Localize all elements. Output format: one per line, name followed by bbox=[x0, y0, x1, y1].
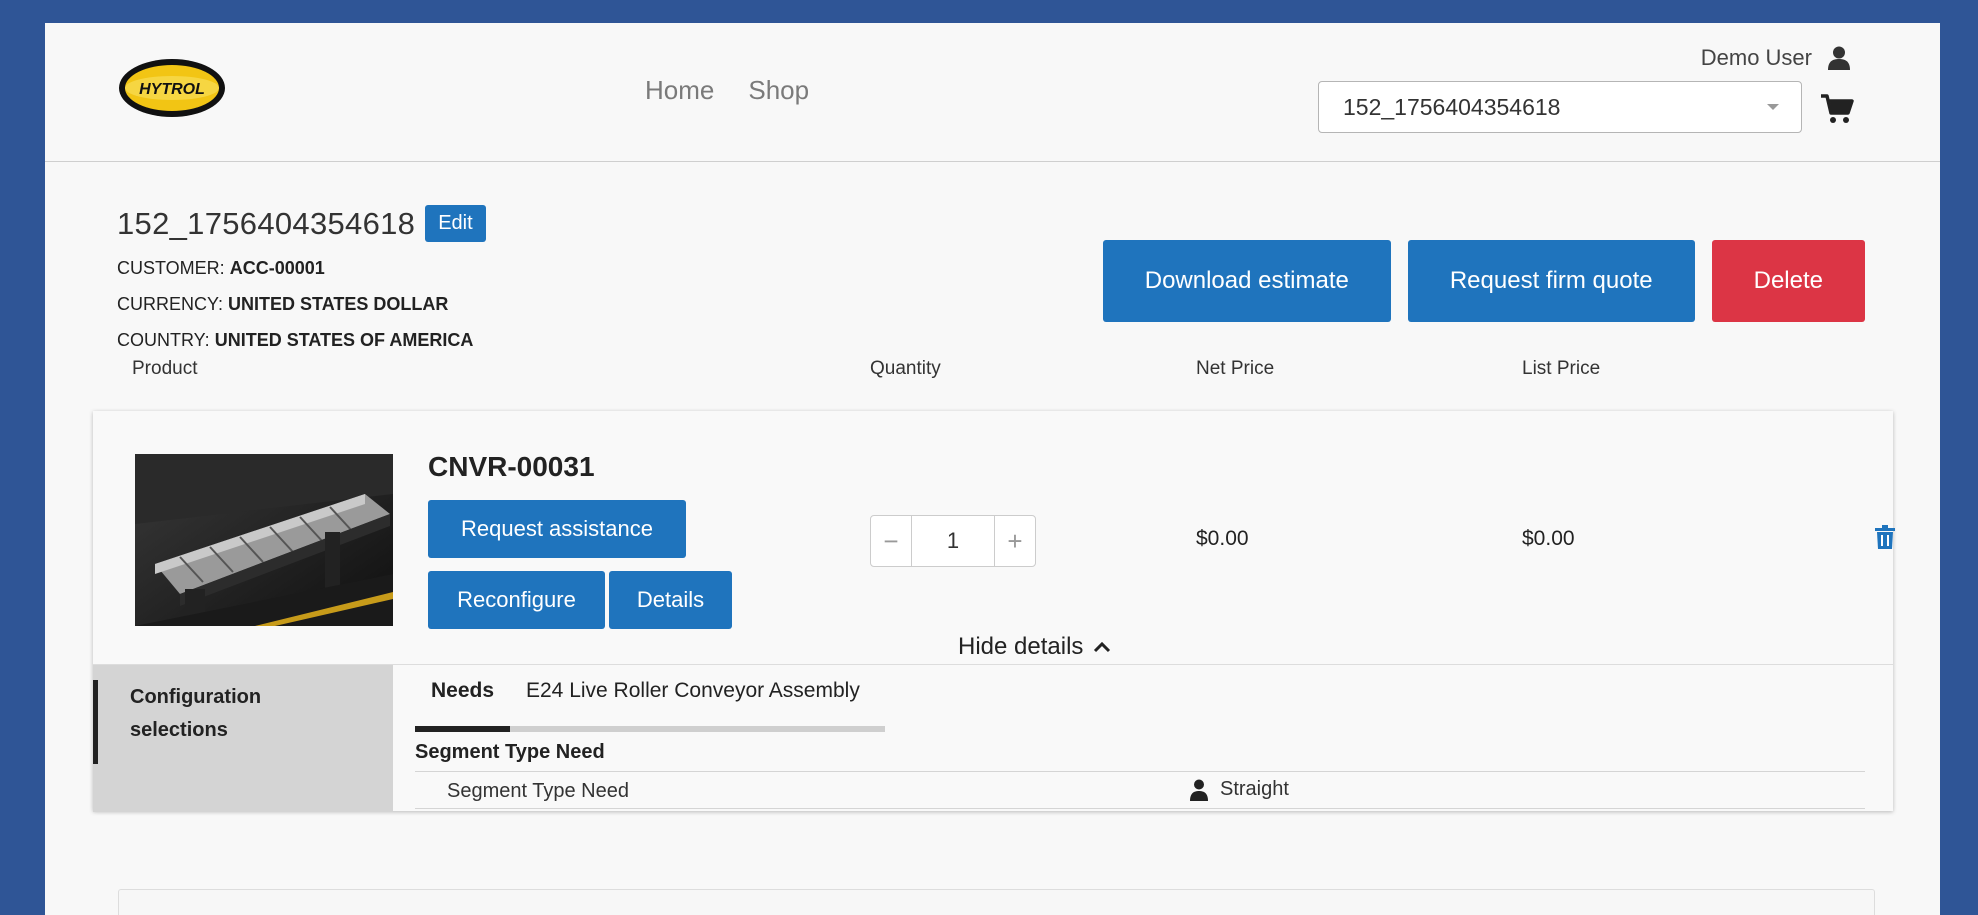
table-row: Segment Type Need Straight bbox=[415, 771, 1865, 809]
details-button[interactable]: Details bbox=[609, 571, 732, 629]
reconfigure-button[interactable]: Reconfigure bbox=[428, 571, 605, 629]
product-image[interactable] bbox=[135, 454, 393, 626]
tab-e24-assembly[interactable]: E24 Live Roller Conveyor Assembly bbox=[526, 679, 860, 703]
user-name: Demo User bbox=[1700, 45, 1812, 70]
quote-name: 152_1756404354618 bbox=[117, 205, 416, 241]
trash-icon[interactable] bbox=[1875, 525, 1895, 549]
cart-select[interactable]: 152_1756404354618 bbox=[1318, 81, 1802, 133]
quantity-stepper: − 1 + bbox=[870, 515, 1036, 567]
column-product: Product bbox=[132, 358, 198, 379]
customer-label: CUSTOMER: bbox=[117, 258, 225, 278]
nav-home[interactable]: Home bbox=[645, 75, 714, 106]
request-firm-quote-button[interactable]: Request firm quote bbox=[1407, 240, 1695, 322]
column-net-price: Net Price bbox=[1196, 358, 1275, 379]
country-value: UNITED STATES OF AMERICA bbox=[214, 330, 474, 350]
increment-button[interactable]: + bbox=[995, 516, 1035, 566]
nav-shop[interactable]: Shop bbox=[748, 75, 809, 106]
quantity-input[interactable]: 1 bbox=[911, 516, 995, 566]
product-sku: CNVR-00031 bbox=[428, 451, 595, 482]
download-estimate-button[interactable]: Download estimate bbox=[1102, 240, 1391, 322]
delete-quote-button[interactable]: Delete bbox=[1711, 240, 1865, 322]
cart-icon[interactable] bbox=[1820, 93, 1854, 125]
hide-details-label: Hide details bbox=[958, 633, 1084, 660]
row-name: Segment Type Need bbox=[447, 780, 629, 802]
column-quantity: Quantity bbox=[870, 358, 941, 379]
line-item-card: CNVR-00031 Request assistance Reconfigur… bbox=[93, 411, 1895, 812]
header: HYTROL Home Shop Demo User 152_175640435… bbox=[45, 23, 1940, 162]
tab-active-underline bbox=[415, 726, 510, 732]
user-icon bbox=[1828, 46, 1850, 70]
customer-value: ACC-00001 bbox=[229, 258, 325, 278]
configuration-selections-label[interactable]: Configuration selections bbox=[130, 681, 310, 747]
page: HYTROL Home Shop Demo User 152_175640435… bbox=[45, 23, 1940, 915]
country-line: COUNTRY: UNITED STATES OF AMERICA bbox=[117, 330, 473, 351]
user-menu[interactable]: Demo User bbox=[1701, 45, 1850, 71]
currency-value: UNITED STATES DOLLAR bbox=[228, 294, 449, 314]
currency-label: CURRENCY: bbox=[117, 294, 224, 314]
quote-title: 152_1756404354618 Edit bbox=[117, 205, 486, 242]
hide-details-toggle[interactable]: Hide details bbox=[958, 633, 1111, 661]
logo-text: HYTROL bbox=[139, 81, 205, 98]
request-assistance-button[interactable]: Request assistance bbox=[428, 500, 686, 558]
hytrol-logo[interactable]: HYTROL bbox=[117, 57, 227, 119]
next-line-item-card bbox=[118, 889, 1875, 915]
section-title: Segment Type Need bbox=[415, 741, 605, 763]
active-indicator bbox=[93, 680, 98, 764]
chevron-up-icon bbox=[1094, 641, 1111, 653]
net-price-value: $0.00 bbox=[1196, 527, 1249, 550]
edit-button[interactable]: Edit bbox=[425, 205, 486, 242]
caret-down-icon bbox=[1767, 104, 1779, 110]
list-price-value: $0.00 bbox=[1522, 527, 1575, 550]
decrement-button[interactable]: − bbox=[871, 516, 911, 566]
column-list-price: List Price bbox=[1522, 358, 1601, 379]
country-label: COUNTRY: bbox=[117, 330, 210, 350]
configuration-panel: Configuration selections Needs E24 Live … bbox=[93, 664, 1893, 812]
row-value-cell: Straight bbox=[1190, 778, 1289, 801]
configuration-tabs: Needs E24 Live Roller Conveyor Assembly bbox=[415, 665, 885, 732]
row-value: Straight bbox=[1220, 778, 1289, 800]
cart-select-value: 152_1756404354618 bbox=[1343, 93, 1561, 120]
tab-needs[interactable]: Needs bbox=[431, 679, 494, 703]
configuration-sidebar: Configuration selections bbox=[93, 665, 393, 812]
person-icon bbox=[1190, 779, 1208, 801]
customer-line: CUSTOMER: ACC-00001 bbox=[117, 258, 325, 279]
currency-line: CURRENCY: UNITED STATES DOLLAR bbox=[117, 294, 448, 315]
main-nav: Home Shop bbox=[645, 75, 809, 106]
quote-actions: Download estimate Request firm quote Del… bbox=[1102, 240, 1865, 322]
